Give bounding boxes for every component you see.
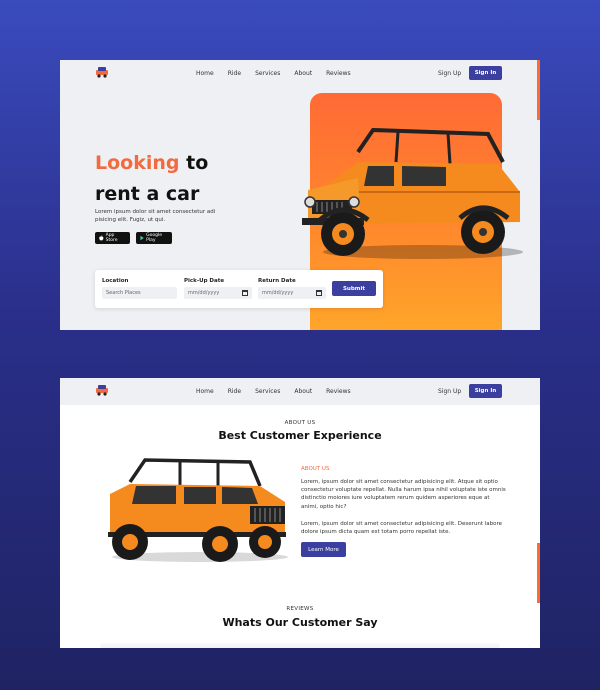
- location-label: Location: [102, 278, 129, 284]
- calendar-icon[interactable]: [242, 290, 248, 296]
- nav-link-reviews[interactable]: Reviews: [326, 388, 351, 395]
- about-paragraph-2: Lorem, ipsum dolor sit amet consectetur …: [301, 521, 503, 536]
- hero-title-line2: rent a car: [95, 183, 200, 205]
- hero-screenshot-frame: Home Ride Services About Reviews Sign Up…: [60, 60, 540, 330]
- app-store-label: App Store: [105, 233, 118, 243]
- hero-description: Lorem ipsum dolor sit amet consectetur a…: [95, 209, 216, 223]
- return-date-label: Return Date: [258, 278, 296, 284]
- jeep-image: [302, 127, 523, 259]
- sign-up-link[interactable]: Sign Up: [438, 388, 461, 395]
- nav-link-ride[interactable]: Ride: [228, 70, 241, 77]
- learn-more-button[interactable]: Learn More: [301, 542, 346, 557]
- sign-in-button[interactable]: Sign In: [469, 384, 502, 398]
- sign-in-button[interactable]: Sign In: [469, 66, 502, 80]
- nav-link-ride[interactable]: Ride: [228, 388, 241, 395]
- play-icon: [140, 235, 144, 241]
- pickup-date-input[interactable]: mm/dd/yyyy: [184, 287, 252, 299]
- nav-link-about[interactable]: About: [294, 388, 312, 395]
- nav-link-services[interactable]: Services: [255, 388, 280, 395]
- location-input[interactable]: Search Places: [102, 287, 177, 299]
- navbar: Home Ride Services About Reviews Sign Up…: [60, 378, 540, 405]
- nav-link-services[interactable]: Services: [255, 70, 280, 77]
- reviews-card-strip: [100, 643, 500, 648]
- nav-link-reviews[interactable]: Reviews: [326, 70, 351, 77]
- car-logo-icon[interactable]: [95, 66, 109, 78]
- search-form: Location Search Places Pick-Up Date mm/d…: [95, 270, 383, 308]
- nav-links: Home Ride Services About Reviews: [196, 60, 351, 87]
- sign-up-link[interactable]: Sign Up: [438, 70, 461, 77]
- about-section-eyebrow: ABOUT US: [284, 420, 316, 426]
- hero-title-rest: to: [179, 152, 209, 174]
- pickup-date-value: mm/dd/yyyy: [188, 290, 220, 296]
- nav-link-home[interactable]: Home: [196, 70, 214, 77]
- jeep-side-image: [108, 458, 288, 562]
- hero-title: Looking to rent a car: [95, 148, 208, 210]
- about-screenshot-frame: Home Ride Services About Reviews Sign Up…: [60, 378, 540, 648]
- return-date-input[interactable]: mm/dd/yyyy: [258, 287, 326, 299]
- about-subheading: ABOUT US: [301, 466, 330, 472]
- nav-link-about[interactable]: About: [294, 70, 312, 77]
- reviews-section-eyebrow: REVIEWS: [286, 606, 314, 612]
- app-store-badge[interactable]: App Store: [95, 232, 130, 244]
- hero-title-accent: Looking: [95, 152, 180, 174]
- scroll-accent-bar: [537, 60, 540, 120]
- nav-links: Home Ride Services About Reviews: [196, 378, 351, 405]
- nav-link-home[interactable]: Home: [196, 388, 214, 395]
- reviews-section-title: Whats Our Customer Say: [222, 616, 378, 629]
- about-section-title: Best Customer Experience: [218, 429, 382, 442]
- submit-button[interactable]: Submit: [332, 281, 376, 296]
- google-play-badge[interactable]: Google Play: [136, 232, 172, 244]
- apple-icon: [99, 235, 104, 241]
- pickup-date-label: Pick-Up Date: [184, 278, 225, 284]
- return-date-value: mm/dd/yyyy: [262, 290, 294, 296]
- calendar-icon[interactable]: [316, 290, 322, 296]
- location-placeholder: Search Places: [106, 290, 141, 296]
- scroll-accent-bar: [537, 543, 540, 603]
- about-paragraph-1: Lorem, ipsum dolor sit amet consectetur …: [301, 479, 506, 510]
- navbar: Home Ride Services About Reviews Sign Up…: [60, 60, 540, 87]
- google-play-label: Google Play: [146, 233, 162, 243]
- car-logo-icon[interactable]: [95, 384, 109, 396]
